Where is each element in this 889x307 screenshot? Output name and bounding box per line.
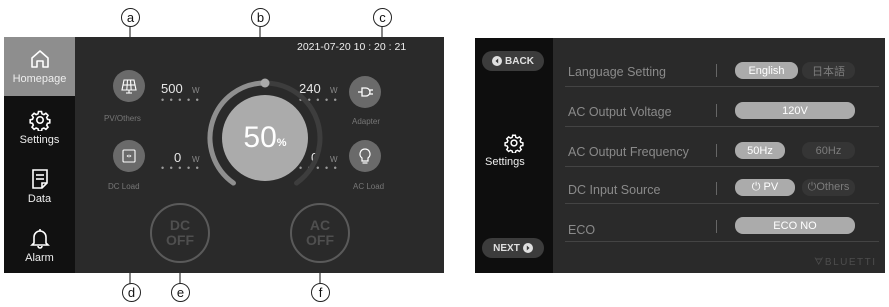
callout-a: a — [121, 8, 140, 27]
sidebar-item-label: Data — [27, 193, 52, 205]
row-divider — [565, 166, 879, 167]
language-setting-label: Language Setting — [568, 65, 667, 79]
sidebar-item-data[interactable]: Data — [4, 157, 75, 216]
adapter-power-unit: W — [330, 86, 338, 95]
dc-outlet-icon — [122, 149, 136, 163]
datetime: 2021-07-20 10 : 20 : 21 — [297, 41, 407, 53]
ac-button-line2: OFF — [306, 232, 334, 248]
bulb-icon — [359, 148, 371, 164]
settings-sidebar: BACK Settings NEXT — [475, 38, 553, 273]
dc-button-line2: OFF — [166, 232, 194, 248]
sidebar-item-alarm[interactable]: Alarm — [4, 216, 75, 273]
callout-d: d — [122, 283, 141, 302]
voltage-option-120v[interactable]: 120V — [735, 102, 855, 119]
row-separator — [716, 104, 717, 117]
sidebar-item-homepage[interactable]: Homepage — [4, 37, 75, 96]
callout-c: c — [373, 8, 392, 27]
sidebar-item-label: Alarm — [25, 252, 54, 264]
soc-unit: % — [276, 137, 287, 149]
next-label: NEXT — [493, 242, 520, 254]
dc-button-line1: DC — [169, 217, 191, 234]
eco-option[interactable]: ECO NO — [735, 217, 855, 234]
dc-load-button[interactable] — [113, 140, 145, 172]
pv-flow-dots: • • • • • — [161, 95, 201, 105]
dc-source-option-others[interactable]: ⏻Others — [802, 179, 855, 196]
ac-button-line1: AC — [309, 217, 331, 234]
callout-e: e — [171, 283, 190, 302]
plug-icon — [358, 87, 373, 97]
next-button[interactable]: NEXT — [482, 238, 544, 258]
soc-gauge-knob — [260, 78, 270, 88]
battery-soc-display: 50 % — [222, 95, 308, 181]
pv-input-button[interactable] — [113, 70, 145, 102]
eco-label: ECO — [568, 223, 596, 237]
row-separator — [716, 182, 717, 195]
soc-value: 50 — [243, 121, 277, 154]
frequency-option-50hz[interactable]: 50Hz — [735, 142, 785, 159]
row-separator — [716, 220, 717, 233]
row-divider — [565, 203, 879, 204]
frequency-option-60hz[interactable]: 60Hz — [802, 142, 855, 159]
back-label: BACK — [505, 55, 534, 67]
language-option-english[interactable]: English — [735, 62, 798, 79]
callout-f: f — [311, 283, 330, 302]
row-separator — [716, 144, 717, 157]
pv-power-unit: W — [192, 86, 200, 95]
ac-off-button[interactable]: AC OFF — [290, 203, 350, 263]
settings-screen: BACK Settings NEXT Language Setting Engl… — [475, 38, 885, 273]
row-divider — [565, 241, 879, 242]
dc-input-source-label: DC Input Source — [568, 183, 661, 197]
document-icon — [31, 169, 48, 189]
dc-load-label: DC Load — [108, 182, 140, 191]
callout-b: b — [251, 8, 270, 27]
next-arrow-icon — [522, 243, 533, 253]
ac-output-voltage-label: AC Output Voltage — [568, 105, 672, 119]
gear-icon — [504, 134, 524, 153]
bluetti-logo: ᗊBLUETTI — [814, 257, 877, 268]
home-icon — [30, 50, 49, 68]
ac-load-label: AC Load — [353, 182, 385, 191]
sidebar: Homepage Settings Data Alarm — [4, 37, 75, 273]
sidebar-item-label: Homepage — [12, 73, 67, 85]
back-button[interactable]: BACK — [482, 51, 544, 71]
sidebar-item-settings[interactable]: Settings — [4, 98, 75, 157]
adapter-button[interactable] — [349, 76, 381, 108]
settings-nav-label: Settings — [485, 156, 525, 168]
row-separator — [716, 64, 717, 77]
gear-icon — [28, 110, 51, 131]
dc-flow-dots: • • • • • — [161, 163, 201, 173]
ac-output-frequency-label: AC Output Frequency — [568, 145, 689, 159]
homepage-screen: Homepage Settings Data Alarm 2021-07-20 … — [4, 37, 444, 273]
solar-panel-icon — [121, 79, 137, 94]
row-divider — [565, 126, 879, 127]
back-arrow-icon — [492, 56, 503, 66]
dc-source-option-pv[interactable]: ⏻ PV — [735, 179, 795, 196]
pv-power-value: 500 — [161, 81, 183, 96]
language-option-japanese[interactable]: 日本語 — [802, 62, 855, 79]
ac-load-button[interactable] — [349, 140, 381, 172]
sidebar-item-label: Settings — [19, 134, 60, 146]
adapter-label: Adapter — [352, 117, 381, 126]
row-divider — [565, 86, 879, 87]
dc-off-button[interactable]: DC OFF — [150, 203, 210, 263]
bell-icon — [29, 229, 50, 249]
pv-label: PV/Others — [104, 114, 141, 123]
